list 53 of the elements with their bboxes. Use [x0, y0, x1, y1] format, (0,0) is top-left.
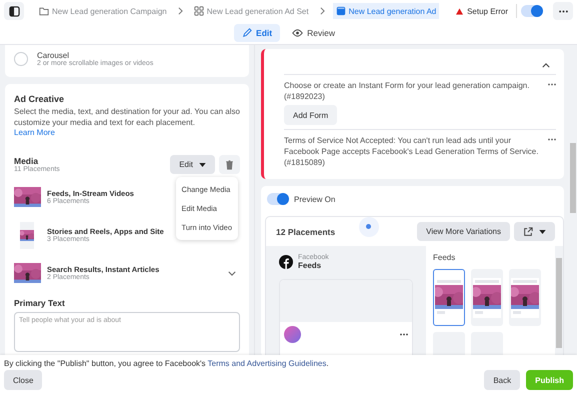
- error-message: Terms of Service Not Accepted: You can't run lead ads until your Facebook Page accepts Facebook's Lead Generation Terms of Service. (#1815089): [284, 135, 540, 168]
- folder-icon: [39, 6, 49, 16]
- more-icon[interactable]: [548, 83, 556, 86]
- back-button[interactable]: Back: [484, 370, 520, 390]
- avatar: [284, 326, 301, 343]
- scrollbar[interactable]: [555, 246, 563, 355]
- grid-icon: [194, 6, 204, 16]
- section-description: Select the media, text, and destination for your ad. You can also customize your media and text for each placement.: [14, 106, 240, 128]
- gallery-title: Feeds: [433, 253, 456, 262]
- trash-icon: [225, 160, 234, 170]
- external-link-icon: [523, 226, 533, 236]
- more-icon[interactable]: [400, 333, 408, 336]
- toggle-label: Preview On: [294, 194, 336, 204]
- add-form-button[interactable]: Add Form: [284, 105, 338, 125]
- more-icon: [558, 10, 568, 12]
- share-dropdown-button[interactable]: [514, 222, 555, 241]
- facebook-logo-icon: [279, 255, 293, 269]
- warning-icon: [456, 8, 464, 14]
- tab[interactable]: Edit: [234, 24, 280, 42]
- position-label: Feeds: [298, 261, 322, 270]
- section-title: Ad Creative: [14, 94, 66, 104]
- option-title: Carousel: [37, 51, 70, 60]
- toggle-switch[interactable]: [521, 5, 543, 17]
- eye-icon: [292, 29, 304, 37]
- terms-link[interactable]: Terms and Advertising Guidelines: [208, 359, 326, 368]
- status-text: Setup Error: [467, 6, 508, 16]
- chevron-up-icon[interactable]: [542, 63, 550, 68]
- close-button[interactable]: Close: [4, 370, 42, 390]
- error-message: Choose or create an Instant Form for your lead generation campaign. (#1892023): [284, 80, 530, 102]
- placements-title: 12 Placements: [276, 226, 336, 236]
- more-button[interactable]: [553, 2, 573, 20]
- view-more-variations-button[interactable]: View More Variations: [417, 222, 510, 241]
- edit-dropdown-button[interactable]: Edit: [170, 155, 215, 174]
- breadcrumb[interactable]: New Lead generation Ad: [332, 3, 440, 19]
- loading-icon: [359, 216, 380, 236]
- tab[interactable]: Review: [284, 24, 343, 42]
- learn-more-link[interactable]: Learn More: [14, 128, 55, 137]
- field-label: Primary Text: [14, 298, 66, 308]
- more-icon[interactable]: [548, 138, 556, 141]
- caret-icon: [199, 162, 206, 166]
- chevron-right-icon: [178, 7, 183, 15]
- caret-icon: [539, 230, 546, 234]
- publish-notice: By clicking the "Publish" button, you agree to Facebook's Terms and Advertising Guidelines.: [4, 359, 330, 368]
- ad-icon: [336, 6, 346, 16]
- sidebar-toggle-icon[interactable]: [4, 2, 24, 20]
- thumbnail-card[interactable]: [433, 269, 465, 326]
- toggle-switch[interactable]: [267, 193, 289, 205]
- delete-button[interactable]: [219, 155, 240, 174]
- chevron-down-icon[interactable]: [228, 270, 236, 276]
- chevron-right-icon: [320, 7, 325, 15]
- media-label: Media: [14, 156, 38, 166]
- pencil-icon: [242, 28, 252, 38]
- radio-button[interactable]: [14, 52, 28, 66]
